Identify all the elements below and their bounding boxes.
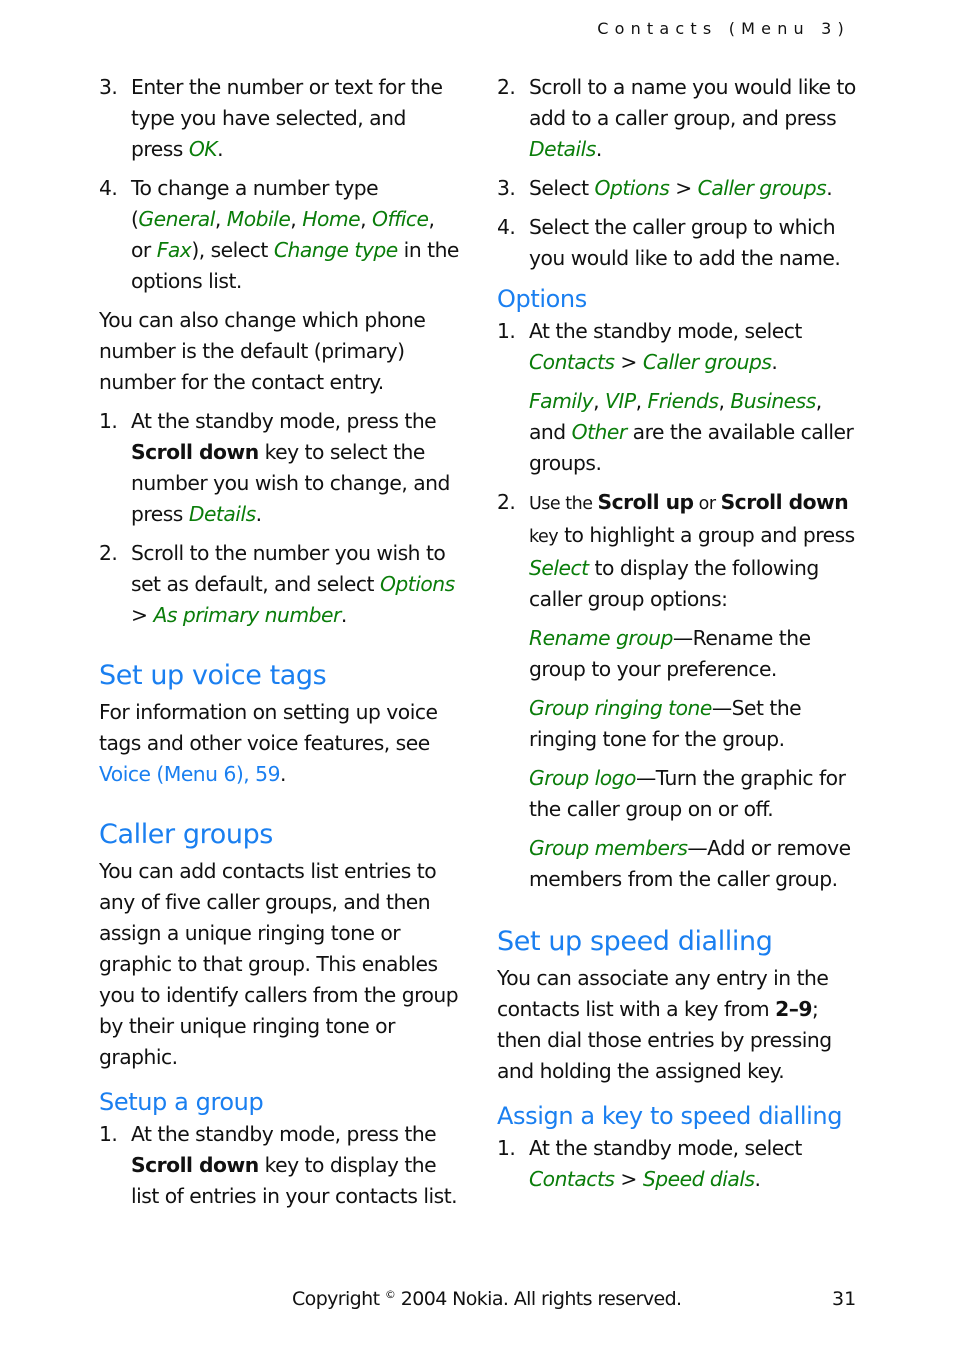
menu-ok: OK <box>188 137 218 161</box>
group-option-members: Group members—Add or remove members from… <box>529 836 851 891</box>
default-number-steps: 1. At the standby mode, press the Scroll … <box>99 406 459 631</box>
heading-options: Options <box>497 285 587 313</box>
menu-caller-groups: Caller groups <box>642 350 772 374</box>
available-groups-paragraph: Family, VIP, Friends, Business, and Othe… <box>529 389 854 475</box>
copyright-footer: Copyright © 2004 Nokia. All rights reser… <box>292 1288 682 1310</box>
heading-setup-a-group: Setup a group <box>99 1088 264 1116</box>
group-vip: VIP <box>605 389 636 413</box>
group-option-logo: Group logo—Turn the graphic for the call… <box>529 766 846 821</box>
step-change-type: 4. To change a number type (General, Mobi… <box>99 173 459 297</box>
step-number: 2. <box>497 490 516 514</box>
step-set-default: 2. Scroll to the number you wish to set a… <box>99 538 459 631</box>
key-scroll-down: Scroll down <box>131 440 259 464</box>
group-option-ringing-tone: Group ringing tone—Set the ringing tone … <box>529 696 802 751</box>
heading-assign-key: Assign a key to speed dialling <box>497 1102 843 1130</box>
key-range: 2–9 <box>775 997 812 1021</box>
group-option-rename: Rename group—Rename the group to your pr… <box>529 626 811 681</box>
menu-mobile: Mobile <box>226 207 291 231</box>
group-friends: Friends <box>647 389 719 413</box>
step-number: 4. <box>99 176 118 200</box>
step-standby-select: 1. At the standby mode, select Contacts >… <box>497 316 857 378</box>
setup-group-steps-continued: 2. Scroll to a name you would like to add… <box>497 72 857 274</box>
running-head: Contacts (Menu 3) <box>597 19 850 38</box>
step-number: 2. <box>497 75 516 99</box>
menu-details: Details <box>529 137 596 161</box>
step-select-options: 3. Select Options > Caller groups. <box>497 173 857 204</box>
options-steps: 1. At the standby mode, select Contacts >… <box>497 316 857 378</box>
menu-home: Home <box>302 207 361 231</box>
step-highlight-group: 2. Use the Scroll up or Scroll down key t… <box>497 487 857 615</box>
options-steps-2: 2. Use the Scroll up or Scroll down key t… <box>497 487 857 615</box>
step-number: 4. <box>497 215 516 239</box>
heading-set-up-speed-dialling: Set up speed dialling <box>497 926 773 957</box>
step-number: 1. <box>99 1122 118 1146</box>
menu-options: Options <box>379 572 455 596</box>
assign-key-steps: 1. At the standby mode, select Contacts >… <box>497 1133 857 1195</box>
step-number: 2. <box>99 541 118 565</box>
menu-general: General <box>138 207 215 231</box>
speed-dialling-paragraph: You can associate any entry in the conta… <box>497 966 832 1083</box>
menu-change-type: Change type <box>273 238 398 262</box>
menu-caller-groups: Caller groups <box>697 176 827 200</box>
step-scroll-to-name: 2. Scroll to a name you would like to add… <box>497 72 857 165</box>
step-scroll-down: 1. At the standby mode, press the Scroll … <box>99 406 459 530</box>
heading-caller-groups: Caller groups <box>99 819 273 850</box>
default-number-paragraph: You can also change which phone number i… <box>99 308 426 394</box>
step-number: 3. <box>497 176 516 200</box>
step-enter-number: 3. Enter the number or text for the type … <box>99 72 459 165</box>
menu-contacts: Contacts <box>529 350 615 374</box>
voice-menu-link[interactable]: Voice (Menu 6), 59 <box>99 762 280 786</box>
key-scroll-down: Scroll down <box>131 1153 259 1177</box>
setup-group-steps: 1. At the standby mode, press the Scroll … <box>99 1119 459 1212</box>
step-select-group: 4. Select the caller group to which you w… <box>497 212 857 274</box>
page-number: 31 <box>832 1288 857 1310</box>
key-scroll-down: Scroll down <box>720 490 849 514</box>
menu-as-primary-number: As primary number <box>153 603 341 627</box>
step-number: 1. <box>99 409 118 433</box>
menu-options: Options <box>594 176 670 200</box>
group-business: Business <box>730 389 816 413</box>
left-column: 3. Enter the number or text for the type … <box>99 72 459 1220</box>
step-display-list: 1. At the standby mode, press the Scroll … <box>99 1119 459 1212</box>
key-scroll-up: Scroll up <box>597 490 695 514</box>
menu-fax: Fax <box>156 238 192 262</box>
group-family: Family <box>529 389 594 413</box>
group-other: Other <box>571 420 628 444</box>
menu-office: Office <box>372 207 429 231</box>
voice-tags-paragraph: For information on setting up voice tags… <box>99 700 438 786</box>
menu-speed-dials: Speed dials <box>642 1167 755 1191</box>
step-number: 3. <box>99 75 118 99</box>
copyright-symbol: © <box>384 1288 396 1301</box>
menu-select: Select <box>529 556 589 580</box>
menu-details: Details <box>188 502 256 526</box>
right-column: 2. Scroll to a name you would like to add… <box>497 72 857 1203</box>
caller-groups-paragraph: You can add contacts list entries to any… <box>99 859 459 1069</box>
number-type-steps: 3. Enter the number or text for the type … <box>99 72 459 297</box>
step-number: 1. <box>497 319 516 343</box>
step-number: 1. <box>497 1136 516 1160</box>
menu-contacts: Contacts <box>529 1167 615 1191</box>
step-speed-dials: 1. At the standby mode, select Contacts >… <box>497 1133 857 1195</box>
heading-set-up-voice-tags: Set up voice tags <box>99 660 327 691</box>
